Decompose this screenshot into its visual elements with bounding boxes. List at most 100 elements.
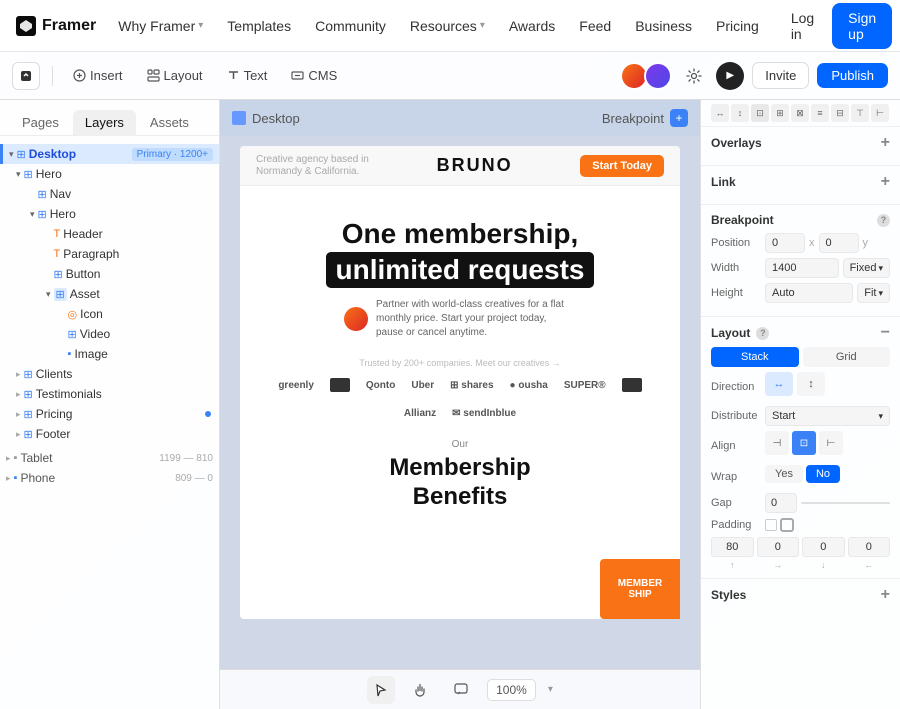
layer-phone[interactable]: ▸ ▪ Phone 809 — 0 [0,468,219,488]
ruler-row: ↔ ↕ ⊡ ⊞ ⊠ ≡ ⊟ ⊤ ⊢ [701,100,900,127]
nav-item-pricing[interactable]: Pricing [706,12,769,40]
invite-button[interactable]: Invite [752,62,809,89]
gap-field[interactable]: 0 [765,493,797,513]
tab-assets[interactable]: Assets [138,110,201,135]
layer-header[interactable]: ▾ T Header [0,224,219,244]
layer-hero[interactable]: ▾ ⊞ Hero [0,164,219,184]
width-mode-dropdown[interactable]: Fixed ▾ [843,258,890,278]
layer-asset[interactable]: ▾ ⊞ Asset [0,284,219,304]
align-left[interactable]: ⊣ [765,431,789,455]
add-link-button[interactable]: + [881,174,890,190]
hand-tool[interactable] [407,676,435,704]
ruler-icon-9[interactable]: ⊢ [871,104,889,122]
add-style-button[interactable]: + [881,587,890,603]
layer-tablet[interactable]: ▸ ▪ Tablet 1199 — 810 [0,448,219,468]
width-row: Width 1400 Fixed ▾ [711,258,890,278]
direction-horizontal[interactable]: ↔ [765,372,793,396]
direction-vertical[interactable]: ↕ [797,372,825,396]
ruler-icon-1[interactable]: ↔ [711,104,729,122]
ruler-icon-2[interactable]: ↕ [731,104,749,122]
padding-checkbox[interactable] [765,519,777,531]
ruler-icon-7[interactable]: ⊟ [831,104,849,122]
logo-icon [16,16,36,36]
layer-desktop[interactable]: ▾ ⊞ Desktop Primary · 1200+ [0,144,219,164]
ruler-icon-5[interactable]: ⊠ [791,104,809,122]
layer-image[interactable]: ▾ ▪ Image [0,344,219,364]
signup-button[interactable]: Sign up [832,3,892,49]
link-header: Link + [711,174,890,190]
select-tool[interactable] [367,676,395,704]
overlays-header: Overlays + [711,135,890,151]
padding-right[interactable]: 0 [757,537,800,557]
ruler-icon-6[interactable]: ≡ [811,104,829,122]
layer-testimonials[interactable]: ▸ ⊞ Testimonials [0,384,219,404]
layout-button[interactable]: Layout [139,64,211,87]
align-right[interactable]: ⊢ [819,431,843,455]
canvas-content[interactable]: Creative agency based inNormandy & Calif… [220,136,700,669]
gear-icon[interactable] [680,62,708,90]
layer-nav[interactable]: ▾ ⊞ Nav [0,184,219,204]
canvas-breakpoint[interactable]: Breakpoint + [602,109,688,127]
nav-item-business[interactable]: Business [625,12,702,40]
layer-footer[interactable]: ▸ ⊞ Footer [0,424,219,444]
layer-paragraph[interactable]: ▾ T Paragraph [0,244,219,264]
position-y-field[interactable]: 0 [819,233,859,253]
editor-wrapper: Insert Layout Text CMS ▶ Invite Publish [0,52,900,709]
zoom-level[interactable]: 100% [487,679,536,701]
layer-button[interactable]: ▾ ⊞ Button [0,264,219,284]
add-overlay-button[interactable]: + [881,135,890,151]
remove-layout-button[interactable]: − [881,325,890,341]
nav-item-feed[interactable]: Feed [569,12,621,40]
right-panel: ↔ ↕ ⊡ ⊞ ⊠ ≡ ⊟ ⊤ ⊢ Overlays + Link [700,100,900,709]
breakpoint-header: Breakpoint ? [711,213,890,227]
login-button[interactable]: Log in [777,4,828,48]
padding-row: Padding [711,518,890,532]
stack-button[interactable]: Stack [711,347,799,367]
padding-bottom[interactable]: 0 [802,537,845,557]
insert-button[interactable]: Insert [65,64,131,87]
text-button[interactable]: Text [219,64,276,87]
ruler-icon-3[interactable]: ⊡ [751,104,769,122]
overlays-section: Overlays + [701,127,900,166]
membership-section: Our Membership Benefits [240,427,680,524]
distribute-dropdown[interactable]: Start ▾ [765,406,890,426]
layout-info-icon[interactable]: ? [756,327,769,340]
height-field[interactable]: Auto [765,283,853,303]
layer-icon[interactable]: ▾ ◎ Icon [0,304,219,324]
layer-video[interactable]: ▾ ⊞ Video [0,324,219,344]
padding-left[interactable]: 0 [848,537,891,557]
grid-button[interactable]: Grid [803,347,891,367]
layer-clients[interactable]: ▸ ⊞ Clients [0,364,219,384]
wrap-yes[interactable]: Yes [765,465,803,483]
breakpoint-info-icon[interactable]: ? [877,214,890,227]
padding-top[interactable]: 80 [711,537,754,557]
tab-pages[interactable]: Pages [10,110,71,135]
layer-hero2[interactable]: ▾ ⊞ Hero [0,204,219,224]
ruler-icon-4[interactable]: ⊞ [771,104,789,122]
add-breakpoint-button[interactable]: + [670,109,688,127]
distribute-row: Distribute Start ▾ [711,406,890,426]
layer-pricing[interactable]: ▸ ⊞ Pricing [0,404,219,424]
tab-layers[interactable]: Layers [73,110,136,135]
site-cta-button[interactable]: Start Today [580,155,664,177]
cms-button[interactable]: CMS [283,64,345,87]
toolbar-logo-button[interactable] [12,62,40,90]
nav-item-community[interactable]: Community [305,12,396,40]
ruler-icon-8[interactable]: ⊤ [851,104,869,122]
logo[interactable]: Framer [16,16,96,36]
wrap-no[interactable]: No [806,465,840,483]
align-center[interactable]: ⊡ [792,431,816,455]
position-x-field[interactable]: 0 [765,233,805,253]
padding-controls [765,518,794,532]
comment-tool[interactable] [447,676,475,704]
publish-button[interactable]: Publish [817,63,888,88]
nav-item-why-framer[interactable]: Why Framer ▾ [108,12,213,40]
play-button[interactable]: ▶ [716,62,744,90]
nav-item-awards[interactable]: Awards [499,12,565,40]
nav-item-resources[interactable]: Resources ▾ [400,12,495,40]
padding-corner-icon[interactable] [780,518,794,532]
frame-icon [232,111,246,125]
nav-item-templates[interactable]: Templates [217,12,301,40]
height-mode-dropdown[interactable]: Fit ▾ [857,283,890,303]
width-field[interactable]: 1400 [765,258,839,278]
